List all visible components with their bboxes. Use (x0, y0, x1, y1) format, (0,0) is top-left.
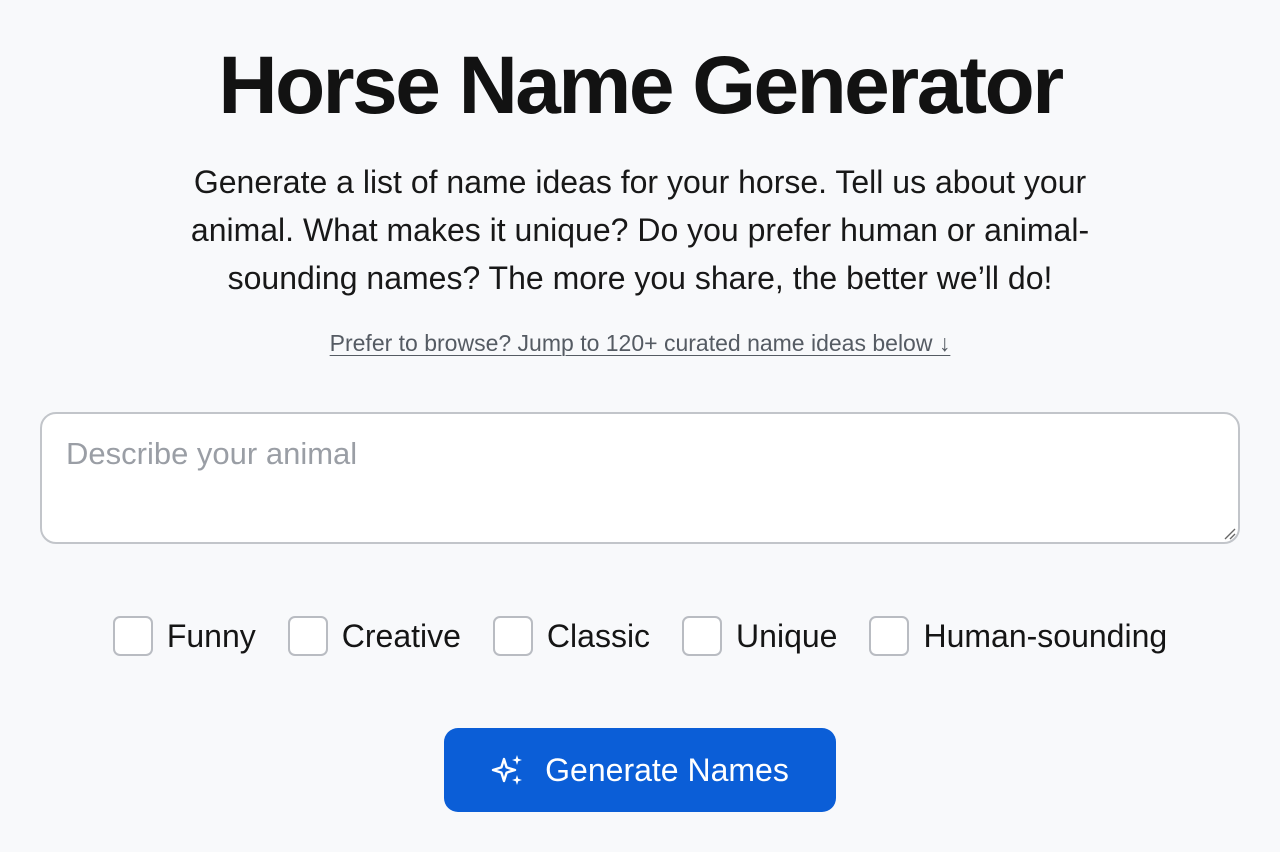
page-title: Horse Name Generator (218, 40, 1064, 131)
description-field-wrapper (40, 412, 1240, 544)
horse-name-generator-page: Horse Name Generator Generate a list of … (0, 0, 1280, 852)
option-label: Unique (736, 618, 838, 654)
option-creative[interactable]: Creative (287, 612, 461, 660)
option-human-sounding[interactable]: Human-sounding (869, 612, 1167, 660)
creative-checkbox[interactable] (287, 616, 328, 656)
option-funny[interactable]: Funny (112, 612, 256, 660)
describe-animal-input[interactable] (40, 412, 1240, 544)
resize-handle-icon[interactable] (1222, 526, 1236, 540)
classic-checkbox[interactable] (492, 616, 533, 656)
browse-link-container: Prefer to browse? Jump to 120+ curated n… (0, 326, 1280, 360)
option-label: Funny (166, 618, 256, 654)
sparkle-icon (491, 755, 523, 785)
option-label: Human-sounding (923, 618, 1168, 654)
option-label: Classic (546, 618, 651, 654)
page-description: Generate a list of name ideas for your h… (190, 164, 1090, 296)
name-style-options: Funny Creative Classic Unique Human-soun… (0, 612, 1280, 660)
funny-checkbox[interactable] (112, 616, 153, 656)
human-sounding-checkbox[interactable] (869, 616, 910, 656)
option-classic[interactable]: Classic (492, 612, 651, 660)
option-label: Creative (341, 618, 461, 654)
option-unique[interactable]: Unique (682, 612, 837, 660)
generate-names-button[interactable]: Generate Names (444, 728, 836, 812)
unique-checkbox[interactable] (682, 616, 723, 656)
generate-names-label: Generate Names (545, 752, 789, 788)
browse-curated-names-link[interactable]: Prefer to browse? Jump to 120+ curated n… (330, 330, 951, 356)
